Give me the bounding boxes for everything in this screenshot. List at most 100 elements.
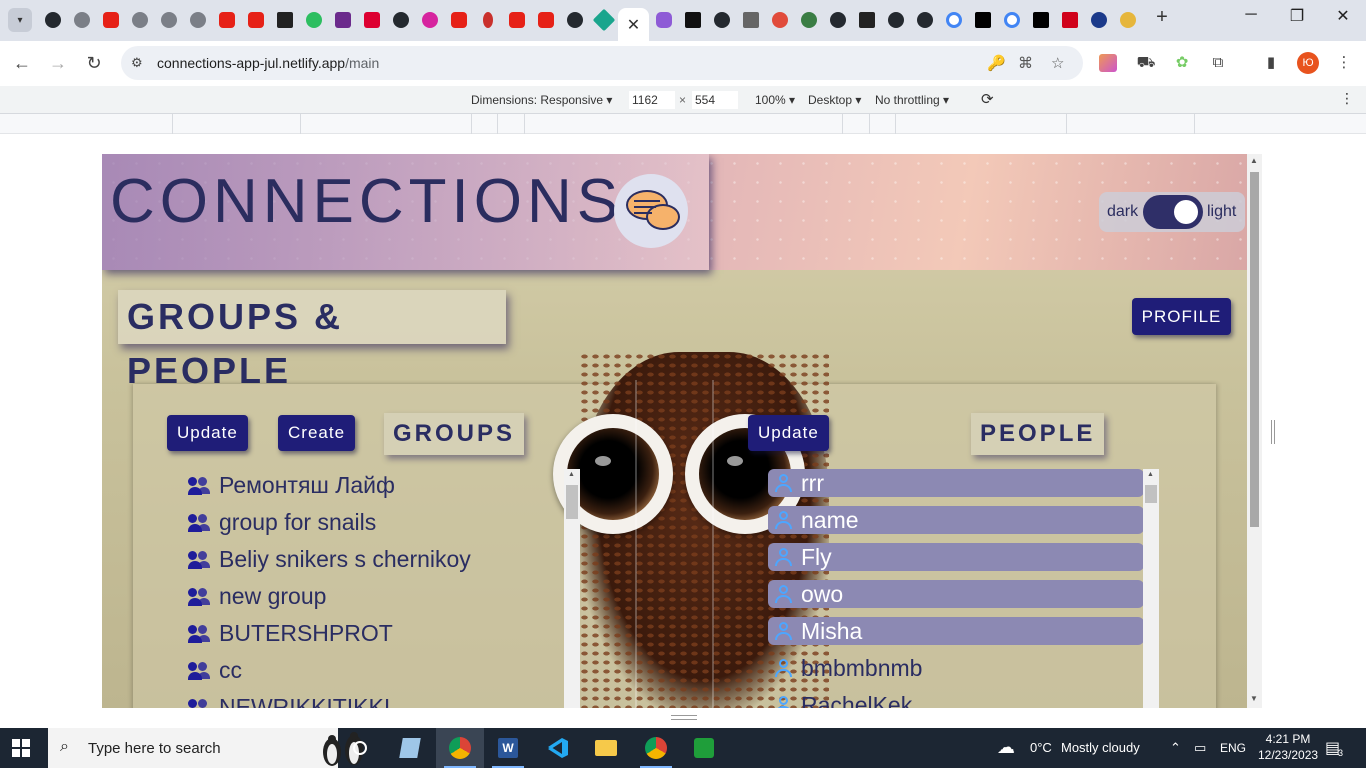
viewport-height-input[interactable] [692, 91, 738, 109]
group-list-item[interactable]: new group [188, 578, 568, 615]
tab-rs[interactable] [270, 8, 299, 32]
profile-button[interactable]: PROFILE [1132, 298, 1231, 335]
tab-chat[interactable] [649, 8, 678, 32]
create-group-button[interactable]: Create [278, 415, 356, 451]
taskbar-clock[interactable]: 4:21 PM 12/23/2023 [1258, 731, 1318, 763]
tab-shield[interactable] [328, 8, 357, 32]
extension-icon[interactable] [1099, 54, 1117, 72]
people-scrollbar[interactable]: ▲ [1143, 469, 1159, 708]
tab-youtube[interactable] [241, 8, 270, 32]
tab-pink[interactable] [415, 8, 444, 32]
key-icon[interactable]: 🔑 [987, 54, 1006, 72]
tab-angular[interactable] [357, 8, 386, 32]
tab-colorful[interactable] [794, 8, 823, 32]
restore-button[interactable]: ❐ [1274, 6, 1320, 34]
battery-icon[interactable]: ▭ [1194, 740, 1206, 756]
taskbar-word-icon[interactable]: W [484, 728, 532, 768]
group-list-item[interactable]: BUTERSHPROT [188, 615, 568, 652]
weather-cloud-icon[interactable]: ☁ [997, 737, 1015, 758]
language-indicator[interactable]: ENG [1220, 741, 1246, 755]
group-list-item[interactable]: group for snails [188, 504, 568, 541]
group-list-item[interactable]: NEWRIKKITIKKI [188, 689, 568, 708]
theme-switch[interactable] [1143, 195, 1203, 229]
person-list-item[interactable]: bmbmbnmb [768, 654, 1144, 682]
rotate-icon[interactable]: ⟳ [981, 90, 994, 108]
close-tab-icon[interactable]: ✕ [627, 15, 640, 35]
tab-youtube[interactable] [502, 8, 531, 32]
viewport-resize-handle-right[interactable] [1271, 420, 1275, 444]
person-list-item[interactable]: rrr [768, 469, 1144, 497]
tab-rs[interactable] [852, 8, 881, 32]
device-toolbar-menu-icon[interactable]: ⋮ [1340, 90, 1354, 107]
new-tab-button[interactable]: + [1150, 6, 1174, 34]
taskbar-explorer-icon[interactable] [582, 728, 630, 768]
profile-avatar[interactable]: Ю [1297, 52, 1319, 74]
tab-m[interactable] [678, 8, 707, 32]
group-list-item[interactable]: Beliy snikers s chernikoy [188, 541, 568, 578]
tab-teal[interactable] [589, 8, 618, 32]
page-scrollbar[interactable]: ▲ ▼ [1247, 154, 1262, 708]
tab-medium[interactable] [968, 8, 997, 32]
tab-evernote[interactable] [299, 8, 328, 32]
taskbar-app-notebook-icon[interactable] [386, 728, 434, 768]
tab-active[interactable]: ✕ [618, 8, 649, 41]
tab-youtube[interactable] [531, 8, 560, 32]
tab-youtube[interactable] [212, 8, 241, 32]
tab-search-button[interactable]: ▾ [8, 8, 32, 32]
minimize-button[interactable]: ─ [1228, 6, 1274, 34]
chrome-menu-icon[interactable]: ⋮ [1333, 52, 1355, 74]
url-text[interactable]: connections-app-jul.netlify.app/main [157, 55, 379, 71]
tab-google[interactable] [939, 8, 968, 32]
weather-temp[interactable]: 0°C [1030, 740, 1052, 755]
person-list-item[interactable]: Misha [768, 617, 1144, 645]
tab-github[interactable] [386, 8, 415, 32]
windows-start-icon[interactable] [12, 739, 30, 757]
groups-scrollbar[interactable]: ▲ [564, 469, 580, 708]
back-button[interactable]: ← [10, 52, 34, 76]
group-list-item[interactable]: Ремонтяш Лайф [188, 467, 568, 504]
people-update-button[interactable]: Update [748, 415, 829, 451]
person-list-item[interactable]: Fly [768, 543, 1144, 571]
person-list-item[interactable]: name [768, 506, 1144, 534]
translate-icon[interactable]: ⌘ [1018, 54, 1033, 72]
viewport-width-input[interactable] [629, 91, 675, 109]
theme-toggle[interactable]: dark light [1099, 192, 1245, 232]
group-list-item[interactable]: cc [188, 652, 568, 689]
tray-expand-icon[interactable]: ⌃ [1170, 740, 1181, 756]
tab-github[interactable] [38, 8, 67, 32]
zoom-dropdown[interactable]: 100% ▾ [755, 93, 795, 107]
person-list-item[interactable]: owo [768, 580, 1144, 608]
tab-red-circle[interactable] [765, 8, 794, 32]
throttling-dropdown[interactable]: No throttling ▾ [875, 93, 949, 107]
tab-figure[interactable] [473, 8, 502, 32]
address-bar[interactable]: ⚙ connections-app-jul.netlify.app/main 🔑… [121, 46, 1083, 80]
taskbar-search[interactable]: ⌕ Type here to search [48, 728, 363, 768]
device-type-dropdown[interactable]: Desktop ▾ [808, 93, 861, 107]
viewport-resize-handle-bottom[interactable] [671, 715, 697, 720]
site-info-icon[interactable]: ⚙ [131, 55, 143, 71]
tab-youtube[interactable] [96, 8, 125, 32]
dimensions-dropdown[interactable]: Dimensions: Responsive ▾ [471, 93, 612, 107]
tab-youtube[interactable] [444, 8, 473, 32]
person-list-item[interactable]: RachelKek [768, 691, 1144, 708]
tab-medium[interactable] [1026, 8, 1055, 32]
taskbar-vscode-icon[interactable] [534, 728, 582, 768]
tab-github[interactable] [881, 8, 910, 32]
tab-google[interactable] [997, 8, 1026, 32]
extension-colorful-icon[interactable]: ✿ [1171, 52, 1193, 74]
tab-github[interactable] [823, 8, 852, 32]
tab-yellow[interactable] [1113, 8, 1142, 32]
tab-globe[interactable] [183, 8, 212, 32]
tab-mail[interactable] [736, 8, 765, 32]
side-panel-icon[interactable]: ▮ [1260, 52, 1282, 74]
tab-github[interactable] [910, 8, 939, 32]
taskbar-chrome-icon[interactable] [436, 728, 484, 768]
bookmark-star-icon[interactable]: ☆ [1051, 54, 1064, 72]
tab-r[interactable] [1055, 8, 1084, 32]
forward-button[interactable]: → [46, 52, 70, 76]
taskbar-chrome-icon[interactable] [632, 728, 680, 768]
close-window-button[interactable]: ✕ [1320, 6, 1366, 34]
tab-globe[interactable] [67, 8, 96, 32]
reload-button[interactable]: ↻ [82, 52, 106, 76]
extension-robot-icon[interactable]: ⛟ [1135, 52, 1157, 74]
